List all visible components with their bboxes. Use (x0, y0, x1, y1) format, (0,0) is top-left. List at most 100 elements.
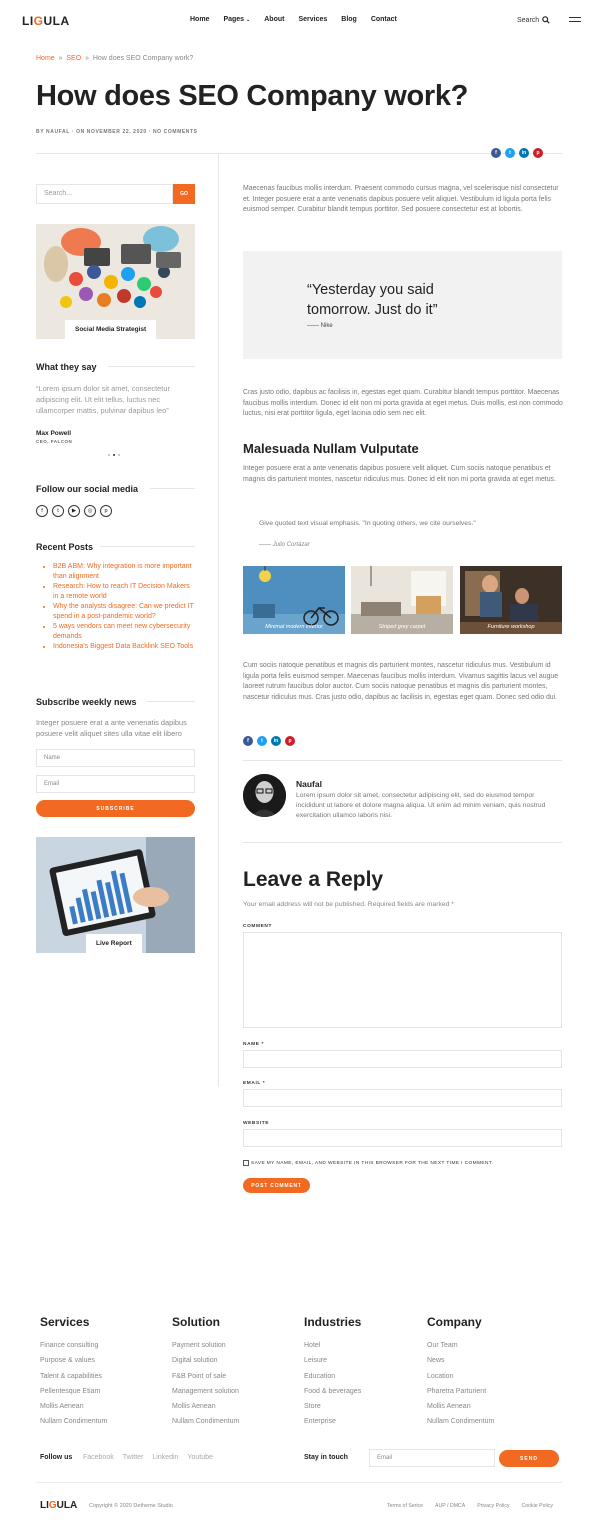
footer-link[interactable]: Nullam Condimentum (427, 1414, 494, 1429)
carousel-dots[interactable] (108, 454, 120, 456)
subscribe-email-input[interactable]: Email (36, 775, 195, 793)
subscribe-name-input[interactable]: Name (36, 749, 195, 767)
site-logo[interactable]: LIGULA (22, 14, 70, 28)
footer-link[interactable]: Nullam Condimentum (172, 1414, 239, 1429)
nav-pages[interactable]: Pages ⌄ (223, 16, 250, 23)
footer-link[interactable]: Purpose & values (40, 1353, 107, 1368)
comment-textarea[interactable] (243, 932, 562, 1028)
nav-home[interactable]: Home (190, 16, 209, 23)
sidebar-search-input[interactable]: Search... (36, 184, 173, 204)
facebook-icon[interactable]: f (36, 505, 48, 517)
recent-post-link[interactable]: Research: How to reach IT Decision Maker… (53, 582, 194, 602)
reply-note: Your email address will not be published… (243, 901, 454, 908)
pinterest-icon[interactable]: p (533, 148, 543, 158)
pinterest-icon[interactable]: p (100, 505, 112, 517)
footer-link[interactable]: F&B Point of sale (172, 1369, 239, 1384)
recent-post-link[interactable]: Why the analysts disagree: Can we predic… (53, 602, 194, 622)
nav-blog[interactable]: Blog (341, 16, 357, 23)
footer-link[interactable]: Pellentesque Etiam (40, 1384, 107, 1399)
testimonials-heading: What they say (36, 362, 97, 372)
search-label: Search (517, 16, 540, 24)
footer-link[interactable]: Digital solution (172, 1353, 239, 1368)
twitter-icon[interactable]: t (505, 148, 515, 158)
nav-about[interactable]: About (264, 16, 284, 23)
footer-link[interactable]: Finance consulting (40, 1338, 107, 1353)
footer-twitter-link[interactable]: Twitter (123, 1454, 144, 1461)
footer-link[interactable]: Hotel (304, 1338, 361, 1353)
cookie-link[interactable]: Cookie Policy (522, 1503, 553, 1509)
nav-services[interactable]: Services (298, 16, 327, 23)
footer-link[interactable]: Nullam Condimentum (40, 1414, 107, 1429)
column-divider (218, 153, 219, 1087)
sidebar-search-button[interactable]: GO (173, 184, 195, 204)
terms-link[interactable]: Terms of Serice (387, 1503, 423, 1509)
post-comment-button[interactable]: POST COMMENT (243, 1178, 310, 1193)
aup-link[interactable]: AUP / DMCA (435, 1503, 465, 1509)
footer-link[interactable]: Food & beverages (304, 1384, 361, 1399)
footer-facebook-link[interactable]: Facebook (83, 1454, 114, 1461)
email-label: EMAIL * (243, 1081, 266, 1086)
social-heading: Follow our social media (36, 484, 139, 494)
twitter-icon[interactable]: t (52, 505, 64, 517)
footer-linkedin-link[interactable]: Linkedin (152, 1454, 178, 1461)
footer-link[interactable]: Education (304, 1369, 361, 1384)
footer-link[interactable]: Payment solution (172, 1338, 239, 1353)
instagram-icon[interactable]: ◎ (84, 505, 96, 517)
gallery-image[interactable]: Furniture workshop (460, 566, 562, 634)
facebook-icon[interactable]: f (491, 148, 501, 158)
logo-accent: G (33, 14, 44, 28)
footer-link[interactable]: Leisure (304, 1353, 361, 1368)
header-search[interactable]: Search (517, 16, 550, 24)
save-info-checkbox[interactable]: SAVE MY NAME, EMAIL, AND WEBSITE IN THIS… (243, 1160, 493, 1166)
name-field[interactable] (243, 1050, 562, 1068)
breadcrumb-category[interactable]: SEO (66, 55, 81, 62)
reply-heading: Leave a Reply (243, 868, 384, 891)
footer-logo[interactable]: LIGULA (40, 1500, 77, 1511)
footer-link[interactable]: Pharetra Parturient (427, 1384, 494, 1399)
logo-text: LI (40, 1500, 49, 1511)
footer-link[interactable]: Mollis Aenean (172, 1399, 239, 1414)
name-label: NAME * (243, 1042, 264, 1047)
author-name[interactable]: Naufal (296, 779, 322, 789)
footer-link[interactable]: News (427, 1353, 494, 1368)
facebook-icon[interactable]: f (243, 736, 253, 746)
gallery-image[interactable]: Striped grey carpet (351, 566, 453, 634)
pinterest-icon[interactable]: p (285, 736, 295, 746)
logo-text: LI (22, 14, 34, 28)
footer-link[interactable]: Mollis Aenean (40, 1399, 107, 1414)
subscribe-heading: Subscribe weekly news (36, 697, 137, 707)
checkbox[interactable] (243, 1160, 249, 1166)
subscribe-button[interactable]: SUBSCRIBE (36, 800, 195, 817)
twitter-icon[interactable]: t (257, 736, 267, 746)
testimonial-text: “Lorem ipsum dolor sit amet, consectetur… (36, 384, 170, 415)
footer-link[interactable]: Talent & capabilities (40, 1369, 107, 1384)
linkedin-icon[interactable]: in (271, 736, 281, 746)
recent-posts-list: B2B ABM: Why integration is more importa… (44, 562, 194, 652)
footer-link[interactable]: Enterprise (304, 1414, 361, 1429)
website-field[interactable] (243, 1129, 562, 1147)
recent-post-link[interactable]: 5 ways vendors can meet new cybersecurit… (53, 622, 194, 642)
recent-post-link[interactable]: B2B ABM: Why integration is more importa… (53, 562, 194, 582)
gallery-image[interactable]: Minimal modern interior (243, 566, 345, 634)
footer-link[interactable]: Store (304, 1399, 361, 1414)
youtube-icon[interactable]: ▶ (68, 505, 80, 517)
footer-email-input[interactable]: Email (369, 1449, 495, 1467)
nav-contact[interactable]: Contact (371, 16, 397, 23)
recent-post-link[interactable]: Indonesia's Biggest Data Backlink SEO To… (53, 642, 194, 652)
page-title: How does SEO Company work? (36, 80, 469, 112)
footer-youtube-link[interactable]: Youtube (187, 1454, 212, 1461)
subscribe-text: Integer posuere erat a ante venenatis da… (36, 718, 187, 738)
footer-link[interactable]: Location (427, 1369, 494, 1384)
footer-link[interactable]: Management solution (172, 1384, 239, 1399)
privacy-link[interactable]: Privacy Policy (477, 1503, 509, 1509)
menu-icon[interactable] (569, 17, 581, 25)
send-button[interactable]: SEND (499, 1450, 559, 1467)
divider (108, 366, 195, 367)
share-buttons-top: f t in p (491, 148, 543, 158)
linkedin-icon[interactable]: in (519, 148, 529, 158)
breadcrumb-current: How does SEO Company work? (92, 55, 194, 62)
breadcrumb-home[interactable]: Home (36, 55, 55, 62)
footer-link[interactable]: Our Team (427, 1338, 494, 1353)
email-field[interactable] (243, 1089, 562, 1107)
footer-link[interactable]: Mollis Aenean (427, 1399, 494, 1414)
